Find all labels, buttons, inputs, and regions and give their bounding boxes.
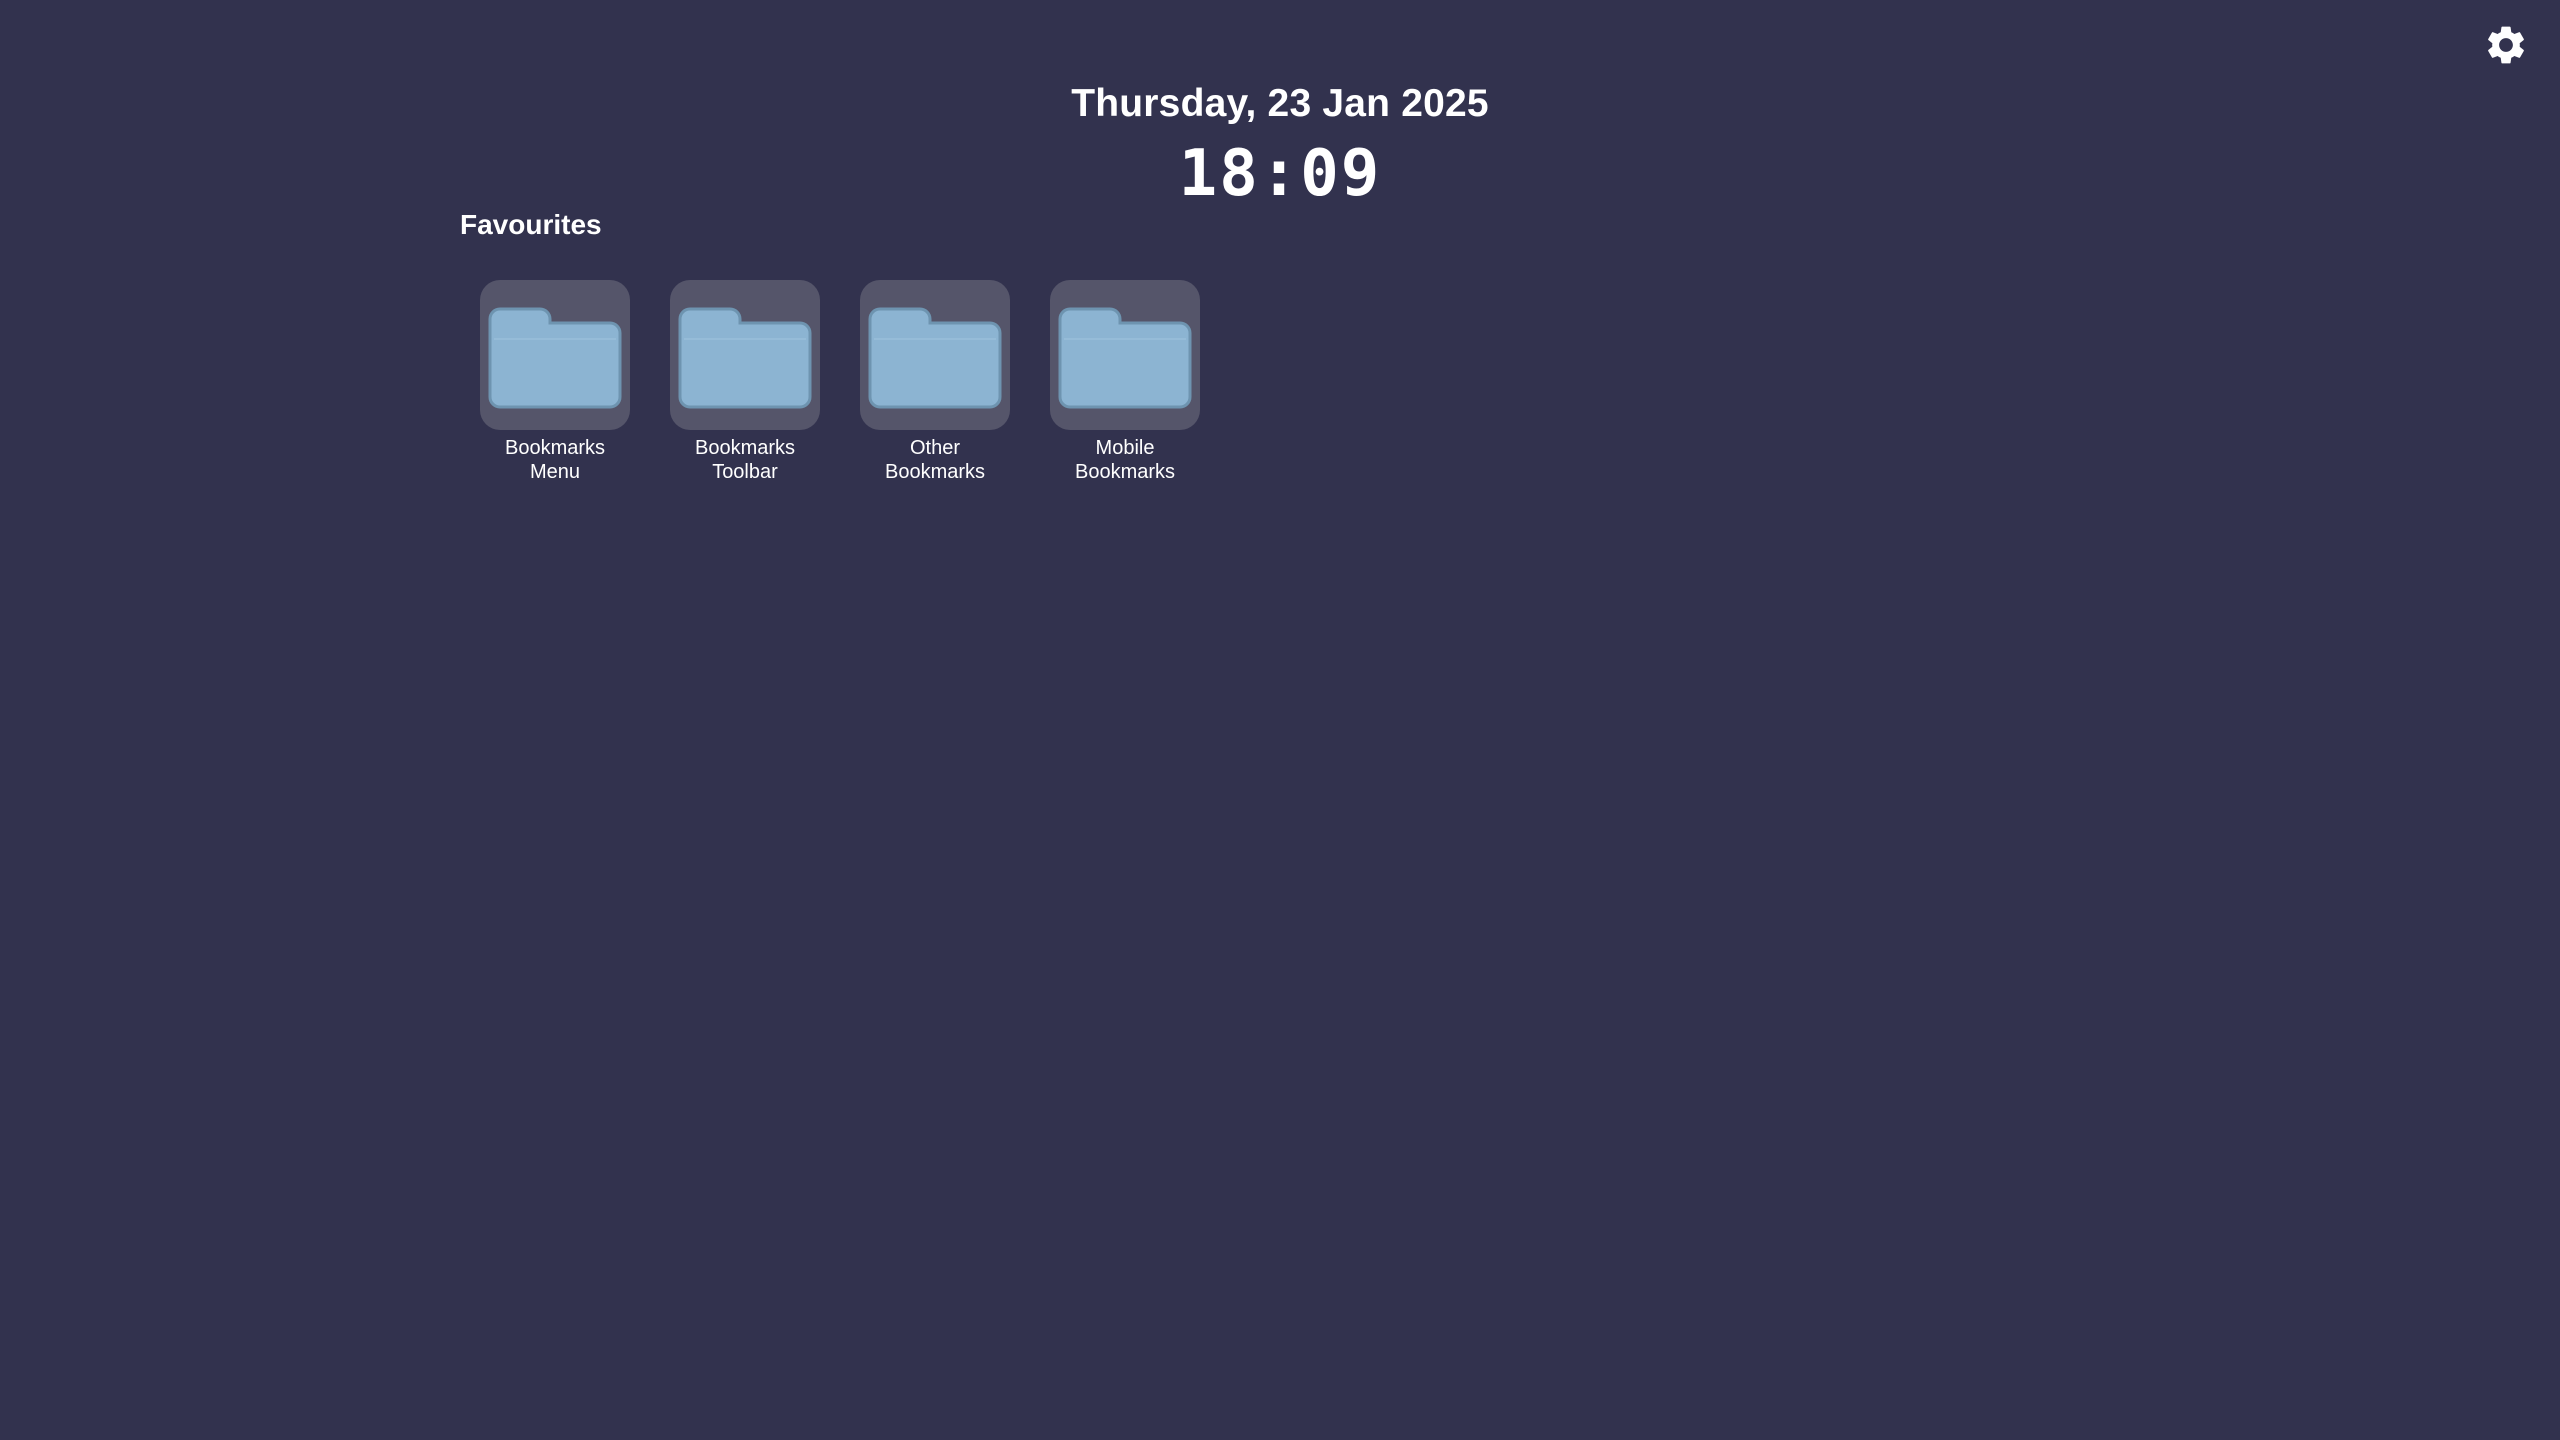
new-tab-page: Thursday, 23 Jan 2025 18:09 Favourites B…: [0, 0, 2560, 1440]
current-date: Thursday, 23 Jan 2025: [1071, 82, 1489, 125]
folder-icon: [1058, 307, 1192, 409]
folder-icon: [678, 307, 812, 409]
favourite-tile-mobile-bookmarks[interactable]: Mobile Bookmarks: [1050, 280, 1200, 484]
tile-label: Mobile Bookmarks: [1074, 437, 1176, 483]
tile-label: Other Bookmarks: [884, 437, 986, 483]
settings-button[interactable]: [2479, 18, 2533, 72]
tile-icon-box: [1050, 280, 1200, 430]
gear-icon: [2488, 26, 2524, 64]
tile-icon-box: [480, 280, 630, 430]
folder-icon: [868, 307, 1002, 409]
tile-icon-box: [670, 280, 820, 430]
clock-widget: Thursday, 23 Jan 2025 18:09: [0, 76, 2560, 216]
favourite-tile-bookmarks-toolbar[interactable]: Bookmarks Toolbar: [670, 280, 820, 484]
favourite-tile-bookmarks-menu[interactable]: Bookmarks Menu: [480, 280, 630, 484]
tile-label: Bookmarks Toolbar: [694, 437, 796, 483]
tile-label: Bookmarks Menu: [504, 437, 606, 483]
favourites-title: Favourites: [460, 209, 602, 240]
tile-icon-box: [860, 280, 1010, 430]
favourites-grid: Bookmarks Menu Bookmarks Toolbar Other B…: [480, 280, 1200, 484]
current-time: 18:09: [1178, 137, 1382, 211]
folder-icon: [488, 307, 622, 409]
favourite-tile-other-bookmarks[interactable]: Other Bookmarks: [860, 280, 1010, 484]
